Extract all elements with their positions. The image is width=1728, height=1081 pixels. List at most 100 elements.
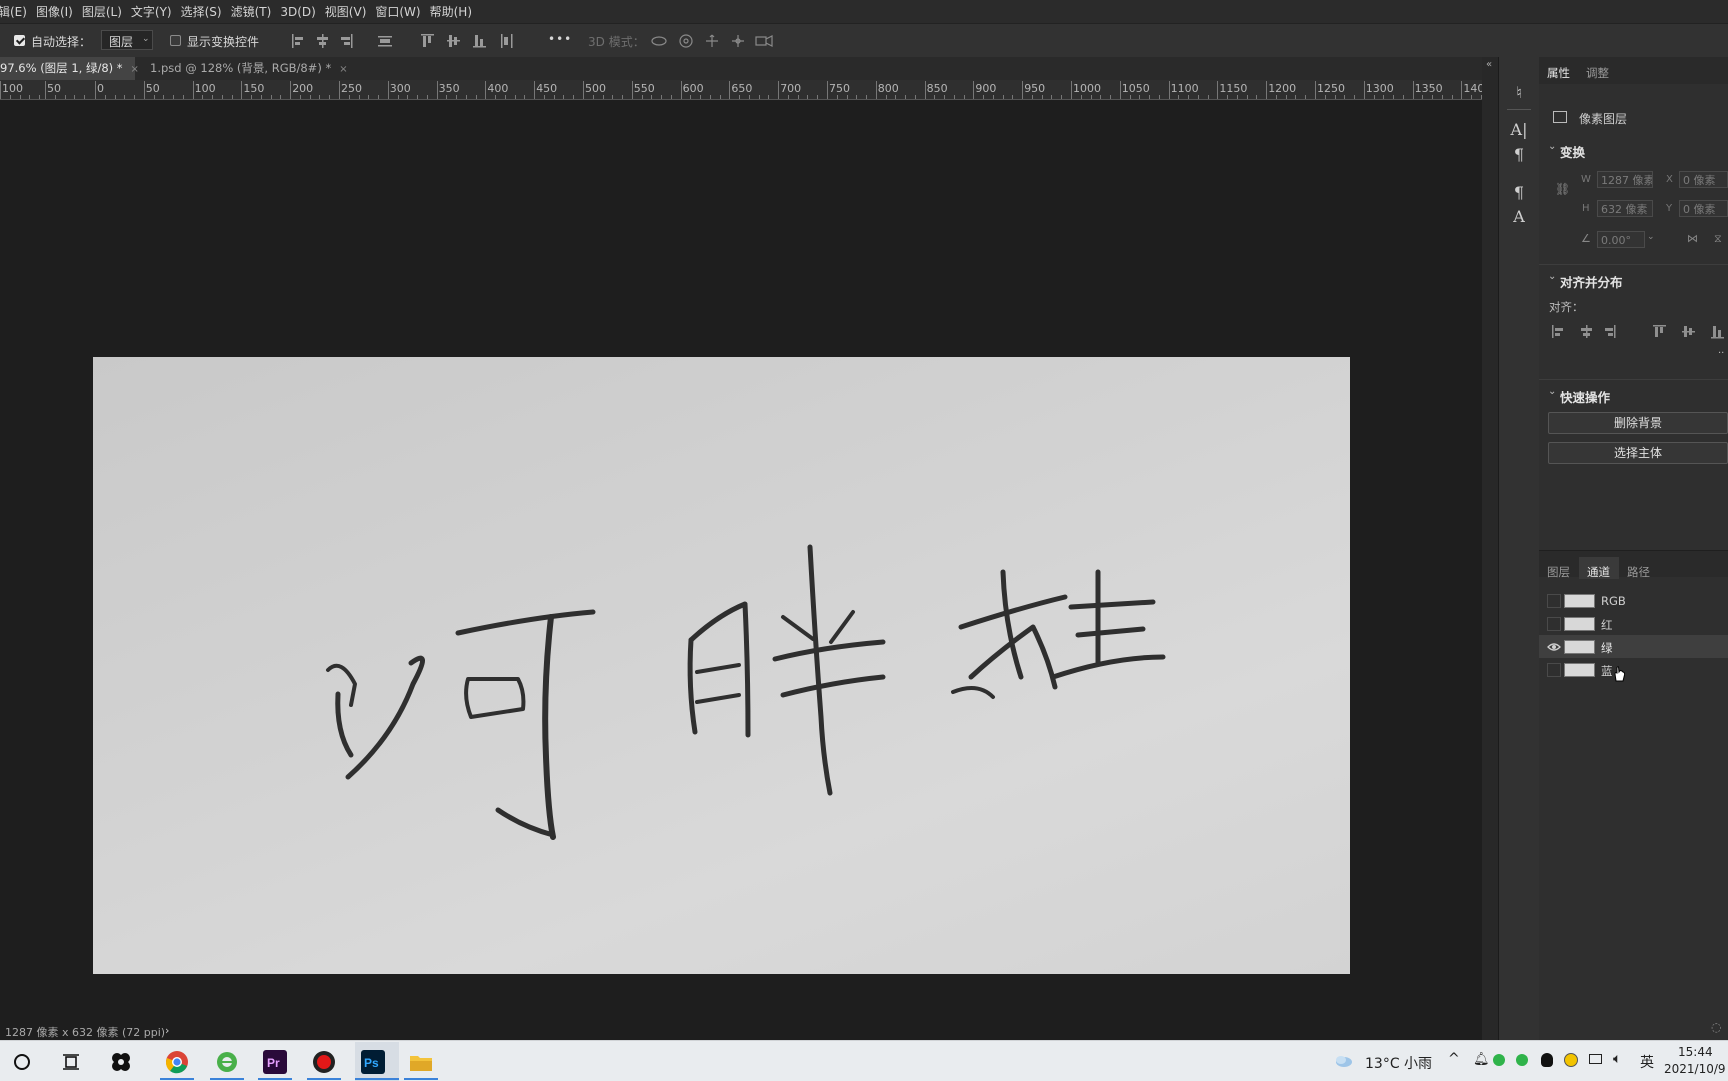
align-icons-group (292, 34, 392, 48)
collapse-chevron-icon[interactable]: ⌄ (1548, 271, 1556, 282)
weather-text[interactable]: 13°C 小雨 (1365, 1053, 1432, 1073)
channel-row-red[interactable]: 红 (1539, 612, 1728, 635)
canvas-workspace[interactable] (0, 100, 1482, 1024)
record-icon[interactable] (312, 1050, 336, 1074)
channel-row-rgb[interactable]: RGB (1539, 589, 1728, 612)
ie-browser-icon[interactable] (215, 1050, 239, 1074)
collapse-panels-icon[interactable]: « (1486, 59, 1492, 70)
ruler-minor-tick (1197, 95, 1199, 99)
menu-type[interactable]: 文字(Y) (127, 3, 177, 20)
network-icon[interactable] (1589, 1054, 1602, 1064)
status-menu-arrow-icon[interactable]: › (165, 1024, 169, 1037)
ime-indicator[interactable]: 英 (1640, 1052, 1654, 1072)
clock-time[interactable]: 15:44 (1678, 1045, 1713, 1059)
ruler-major-tick (1266, 81, 1268, 99)
menu-3d[interactable]: 3D(D) (276, 5, 320, 19)
menu-view[interactable]: 视图(V) (321, 3, 372, 20)
width-field[interactable]: 1287 像素 (1597, 171, 1653, 188)
history-brush-icon[interactable]: ♮ (1509, 83, 1529, 103)
menu-layer[interactable]: 图层(L) (78, 3, 127, 20)
search-circle-icon[interactable] (13, 1053, 31, 1071)
paragraph-styles-icon[interactable]: ¶ (1509, 183, 1529, 203)
ruler-label: 750 (829, 82, 850, 95)
tab-properties[interactable]: 属性 (1547, 65, 1570, 81)
wechat-icon[interactable] (1493, 1054, 1505, 1066)
collapse-chevron-icon[interactable]: ⌄ (1548, 386, 1556, 397)
ruler-label: 1250 (1317, 82, 1345, 95)
menu-filter[interactable]: 滤镜(T) (227, 3, 277, 20)
close-icon[interactable]: × (131, 64, 139, 75)
channel-thumbnail (1564, 640, 1595, 654)
ruler-minor-tick (397, 95, 399, 99)
green-app-icon[interactable] (1516, 1054, 1528, 1066)
flip-horizontal-icon[interactable]: ⋈ (1687, 232, 1698, 245)
height-field[interactable]: 632 像素 (1597, 200, 1653, 217)
ruler-major-tick (143, 81, 145, 99)
auto-select-checkbox[interactable] (14, 35, 25, 46)
menu-help[interactable]: 帮助(H) (426, 3, 477, 20)
tab-document-active[interactable]: 97.6% (图层 1, 绿/8) * × (0, 57, 139, 80)
remove-background-button[interactable]: 删除背景 (1548, 412, 1728, 434)
qq-icon[interactable] (1541, 1053, 1553, 1067)
tab-paths[interactable]: 路径 (1627, 564, 1650, 580)
show-transform-checkbox[interactable] (170, 35, 181, 46)
auto-select-dropdown[interactable]: 图层 ⌄ (101, 30, 153, 50)
menu-select[interactable]: 选择(S) (177, 3, 227, 20)
clock-date[interactable]: 2021/10/9 (1664, 1062, 1726, 1076)
chrome-icon[interactable] (165, 1050, 189, 1074)
flip-vertical-icon[interactable]: ⧖ (1714, 232, 1722, 246)
weather-cloud-icon (1336, 1056, 1352, 1067)
horizontal-ruler[interactable]: 100 50 0 50 100 150 200 250 300 350 400 450 500 550 60… (0, 80, 1482, 100)
volume-icon[interactable]: 🔈︎ (1613, 1051, 1621, 1067)
tab-document-inactive[interactable]: 1.psd @ 128% (背景, RGB/8#) * × (150, 57, 348, 80)
channel-thumbnail (1564, 663, 1595, 677)
document-canvas[interactable] (93, 357, 1350, 974)
angle-field[interactable]: 0.00° (1597, 231, 1645, 248)
character-styles-icon[interactable]: A (1509, 207, 1529, 227)
visibility-toggle[interactable] (1547, 594, 1561, 608)
close-icon[interactable]: × (339, 64, 347, 75)
notification-bell-icon[interactable]: 🔔︎ (1473, 1052, 1490, 1067)
menu-image[interactable]: 图像(I) (32, 3, 78, 20)
show-hidden-icons-icon[interactable]: ^ (1448, 1051, 1460, 1067)
divider (1539, 379, 1728, 380)
angle-dropdown-icon[interactable]: ⌄ (1647, 232, 1655, 242)
more-options-button[interactable]: ••• (548, 32, 572, 46)
load-selection-icon[interactable]: ◌ (1711, 1020, 1721, 1034)
channel-name: RGB (1601, 594, 1626, 608)
ruler-major-tick (192, 81, 194, 99)
ruler-minor-tick (104, 95, 106, 99)
ruler-minor-tick (1305, 95, 1307, 99)
more-icon[interactable]: ·· (1718, 348, 1724, 359)
channel-row-green[interactable]: 绿 (1539, 635, 1728, 658)
collapse-chevron-icon[interactable]: ⌄ (1548, 141, 1556, 152)
app-tray-icon[interactable] (1564, 1053, 1578, 1067)
ruler-minor-tick (426, 95, 428, 99)
3d-camera-icon (755, 36, 767, 46)
visibility-toggle[interactable] (1547, 663, 1561, 677)
ruler-minor-tick (1256, 95, 1258, 99)
paragraph-icon[interactable]: ¶ (1509, 145, 1529, 165)
tab-layers[interactable]: 图层 (1547, 564, 1570, 580)
tab-adjustments[interactable]: 调整 (1586, 65, 1609, 81)
ruler-minor-tick (1129, 95, 1131, 99)
character-icon[interactable]: A| (1509, 120, 1529, 140)
menu-edit[interactable]: 辑(E) (0, 3, 32, 20)
visibility-toggle[interactable] (1547, 617, 1561, 631)
x-position-field[interactable]: 0 像素 (1679, 171, 1728, 188)
channel-row-blue[interactable]: 蓝 (1539, 658, 1728, 682)
ruler-minor-tick (1188, 95, 1190, 99)
select-subject-button[interactable]: 选择主体 (1548, 442, 1728, 464)
eye-icon[interactable] (1547, 640, 1561, 654)
premiere-icon[interactable]: Pr (263, 1050, 287, 1074)
ruler-minor-tick (1002, 95, 1004, 99)
task-view-icon[interactable] (62, 1053, 80, 1071)
file-explorer-icon[interactable] (409, 1051, 433, 1073)
photoshop-icon[interactable]: Ps (361, 1050, 385, 1074)
menu-window[interactable]: 窗口(W) (371, 3, 425, 20)
ruler-minor-tick (446, 95, 448, 99)
y-position-field[interactable]: 0 像素 (1679, 200, 1728, 217)
tab-channels[interactable]: 通道 (1587, 564, 1610, 580)
app-pinwheel-icon[interactable] (110, 1051, 132, 1073)
link-icon[interactable]: ⛓ (1555, 182, 1570, 196)
